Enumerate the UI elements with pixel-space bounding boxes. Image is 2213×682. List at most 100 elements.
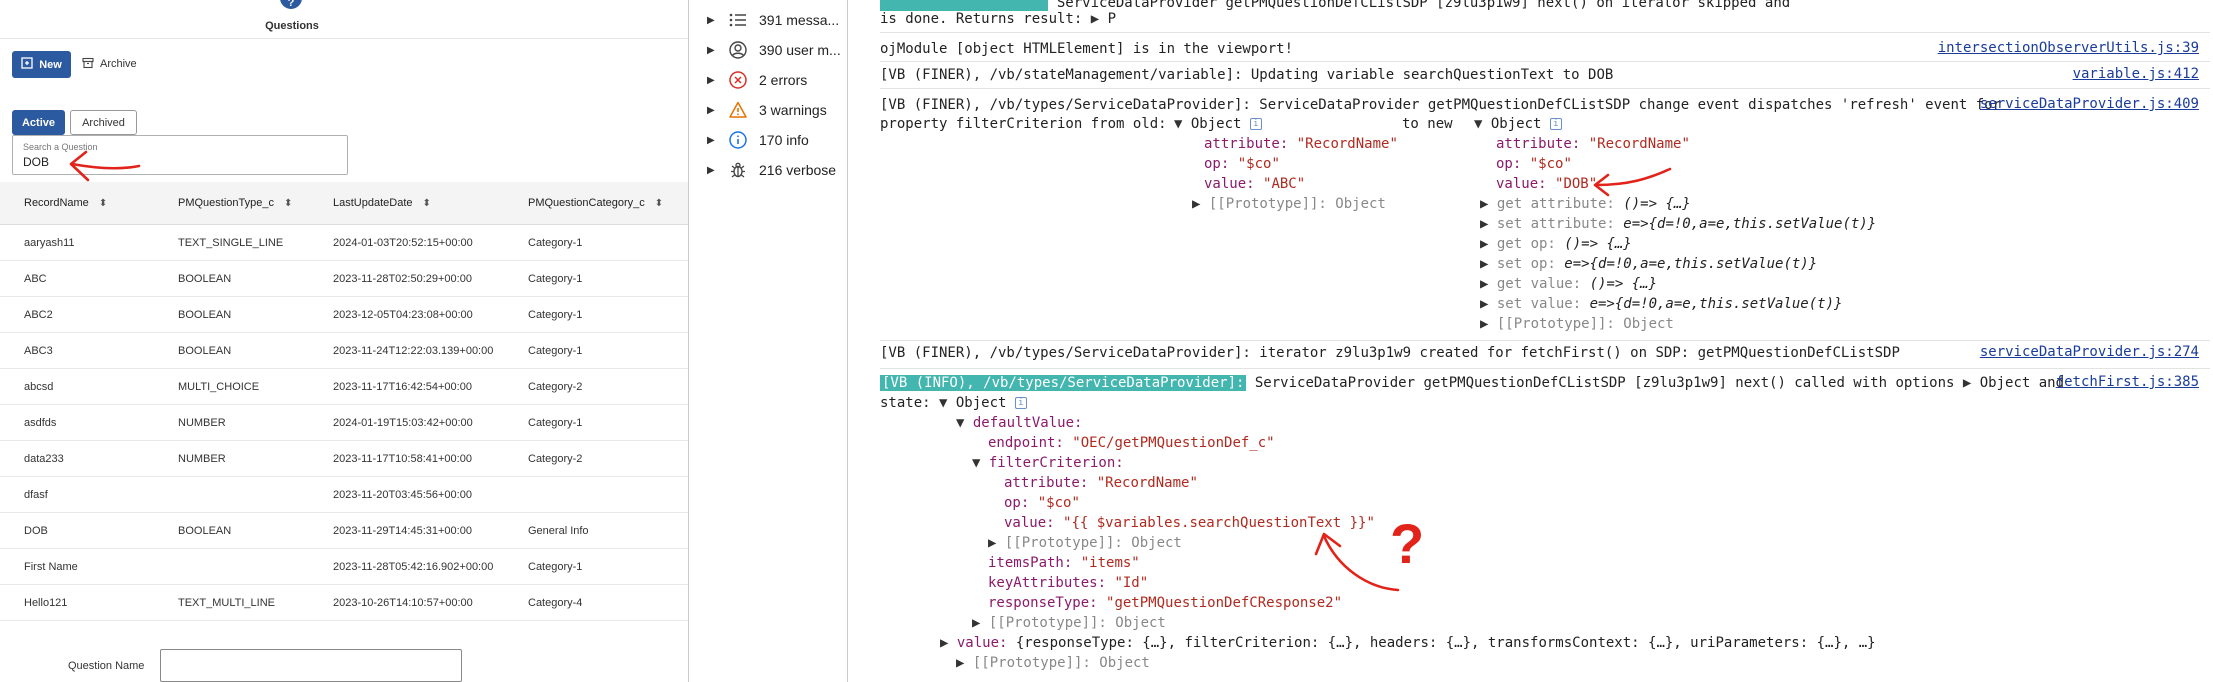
new-value: value: "DOB"	[1496, 176, 1598, 192]
sort-icon: ⬍	[284, 197, 293, 209]
old-object-toggle[interactable]: ▼ Object i	[1174, 115, 1262, 134]
old-prototype[interactable]: ▶ [[Prototype]]: Object	[1192, 195, 1386, 214]
table-cell: 2023-11-28T05:42:16.902+00:00	[333, 560, 494, 573]
chevron-right-icon: ▶	[707, 74, 715, 86]
bug-icon	[727, 159, 749, 181]
default-value-toggle[interactable]: ▼ defaultValue:	[956, 414, 1082, 433]
table-cell: 2023-11-17T16:42:54+00:00	[333, 380, 472, 393]
log-line-9[interactable]: state: ▼ Object i	[880, 394, 1027, 413]
list-icon	[727, 9, 749, 31]
dv-prototype[interactable]: ▶ [[Prototype]]: Object	[972, 614, 1166, 633]
sidebar-item-info[interactable]: ▶ 170 info	[689, 126, 849, 154]
fc-op: op: "$co"	[1004, 495, 1080, 511]
getter-value[interactable]: ▶ get value: ()=> {…}	[1480, 275, 1657, 294]
table-cell: Category-1	[528, 560, 583, 573]
table-cell: abcsd	[24, 380, 54, 393]
sort-icon: ⬍	[98, 197, 108, 209]
log-source-link[interactable]: serviceDataProvider.js:274	[1980, 344, 2199, 360]
log-line-6b: to new	[1402, 116, 1462, 132]
filter-criterion-toggle[interactable]: ▼ filterCriterion:	[972, 454, 1124, 473]
table-cell: 2023-11-29T14:45:31+00:00	[333, 524, 472, 537]
tab-active[interactable]: Active	[12, 110, 65, 135]
table-cell: First Name	[24, 560, 78, 573]
table-cell: Category-1	[528, 272, 583, 285]
header-divider	[0, 38, 688, 39]
table-row[interactable]: Hello121 TEXT_MULTI_LINE 2023-10-26T14:10:…	[0, 585, 688, 621]
setter-op[interactable]: ▶ set op: e=>{d=!0,a=e,this.setValue(t)}	[1480, 255, 1817, 274]
column-header-category[interactable]: PMQuestionCategory_c ⬍	[528, 182, 663, 224]
table-row[interactable]: asdfds NUMBER 2024-01-19T15:03:42+00:00 Cat…	[0, 405, 688, 441]
table-row[interactable]: ABC3 BOOLEAN 2023-11-24T12:22:03.139+00:00…	[0, 333, 688, 369]
console-sidebar: ▶ 391 messa... ▶ 390 user m... ▶ 2 error…	[688, 0, 848, 682]
table-cell: NUMBER	[178, 452, 226, 465]
new-prototype[interactable]: ▶ [[Prototype]]: Object	[1480, 315, 1674, 334]
table-cell: asdfds	[24, 416, 57, 429]
table-row[interactable]: dfasf 2023-11-20T03:45:56+00:00	[0, 477, 688, 513]
log-line-3: ojModule [object HTMLElement] is in the …	[880, 41, 1294, 57]
column-header-type[interactable]: PMQuestionType_c ⬍	[178, 182, 292, 224]
log-line-4: [VB (FINER), /vb/stateManagement/variabl…	[880, 67, 1614, 83]
new-button[interactable]: New	[12, 51, 71, 78]
log-source-link[interactable]: serviceDataProvider.js:409	[1980, 96, 2199, 112]
key-attributes-prop: keyAttributes: "Id"	[988, 575, 1149, 591]
setter-value[interactable]: ▶ set value: e=>{d=!0,a=e,this.setValue(…	[1480, 295, 1842, 314]
table-cell: Category-2	[528, 380, 583, 393]
new-attribute: attribute: "RecordName"	[1496, 136, 1690, 152]
archive-button-label: Archive	[100, 58, 137, 70]
sidebar-item-user-messages[interactable]: ▶ 390 user m...	[689, 36, 849, 64]
table-cell: Hello121	[24, 596, 68, 609]
chevron-right-icon: ▶	[707, 164, 715, 176]
question-icon: ?	[280, 0, 302, 9]
sidebar-item-errors[interactable]: ▶ 2 errors	[689, 66, 849, 94]
page-title: Questions	[265, 20, 319, 32]
table-cell: BOOLEAN	[178, 344, 232, 357]
table-row[interactable]: data233 NUMBER 2023-11-17T10:58:41+00:00 Ca…	[0, 441, 688, 477]
info-badge-icon: i	[1549, 118, 1562, 130]
log-source-link[interactable]: fetchFirst.js:385	[2056, 374, 2199, 390]
info-badge-icon: i	[1249, 118, 1262, 130]
column-header-lastupdate[interactable]: LastUpdateDate ⬍	[333, 182, 431, 224]
getter-op[interactable]: ▶ get op: ()=> {…}	[1480, 235, 1632, 254]
fc-value: value: "{{ $variables.searchQuestionText…	[1004, 515, 1375, 531]
table-row[interactable]: DOB BOOLEAN 2023-11-29T14:45:31+00:00 Gener…	[0, 513, 688, 549]
new-object-toggle[interactable]: ▼ Object i	[1474, 115, 1562, 134]
fc-prototype[interactable]: ▶ [[Prototype]]: Object	[988, 534, 1182, 553]
column-header-recordname[interactable]: RecordName ⬍	[24, 182, 107, 224]
archive-button[interactable]: Archive	[82, 53, 137, 75]
value-prop[interactable]: ▶ value: {responseType: {…}, filterCrite…	[940, 634, 1876, 653]
questions-app: ? Questions New Archive Active Archived …	[0, 0, 688, 682]
table-row[interactable]: abcsd MULTI_CHOICE 2023-11-17T16:42:54+00:…	[0, 369, 688, 405]
chevron-right-icon: ▶	[707, 44, 715, 56]
table-cell: Category-1	[528, 236, 583, 249]
search-input[interactable]: Search a Question DOB	[12, 135, 348, 175]
sidebar-item-verbose[interactable]: ▶ 216 verbose	[689, 156, 849, 184]
table-cell: BOOLEAN	[178, 308, 232, 321]
state-prototype[interactable]: ▶ [[Prototype]]: Object	[956, 654, 1150, 673]
table-cell: 2023-10-26T14:10:57+00:00	[333, 596, 473, 609]
question-name-input[interactable]	[160, 649, 462, 682]
log-line-6: property filterCriterion from old:	[880, 116, 1176, 132]
response-type-prop: responseType: "getPMQuestionDefCResponse…	[988, 595, 1343, 611]
tab-archived[interactable]: Archived	[70, 110, 137, 135]
log-source-link[interactable]: intersectionObserverUtils.js:39	[1938, 40, 2199, 56]
table-row[interactable]: First Name 2023-11-28T05:42:16.902+00:00 C…	[0, 549, 688, 585]
log-divider	[880, 340, 2210, 341]
table-row[interactable]: ABC2 BOOLEAN 2023-12-05T04:23:08+00:00 Cate…	[0, 297, 688, 333]
table-row[interactable]: aaryash11 TEXT_SINGLE_LINE 2024-01-03T20:5…	[0, 225, 688, 261]
table-cell: 2023-11-17T10:58:41+00:00	[333, 452, 472, 465]
table-cell: Category-4	[528, 596, 583, 609]
items-path-prop: itemsPath: "items"	[988, 555, 1140, 571]
search-value: DOB	[23, 155, 50, 169]
sidebar-item-messages[interactable]: ▶ 391 messa...	[689, 6, 849, 34]
getter-attribute[interactable]: ▶ get attribute: ()=> {…}	[1480, 195, 1691, 214]
sidebar-item-warnings[interactable]: ▶ 3 warnings	[689, 96, 849, 124]
log-source-link[interactable]: variable.js:412	[2073, 66, 2199, 82]
console-log: ServiceDataProvider getPMQuestionDefCLis…	[848, 0, 2213, 682]
log-divider	[880, 368, 2210, 369]
new-icon	[21, 57, 33, 72]
new-op: op: "$co"	[1496, 156, 1572, 172]
setter-attribute[interactable]: ▶ set attribute: e=>{d=!0,a=e,this.setVa…	[1480, 215, 1876, 234]
table-row[interactable]: ABC BOOLEAN 2023-11-28T02:50:29+00:00 Categ…	[0, 261, 688, 297]
endpoint-prop: endpoint: "OEC/getPMQuestionDef_c"	[988, 435, 1275, 451]
table-cell: Category-2	[528, 452, 583, 465]
